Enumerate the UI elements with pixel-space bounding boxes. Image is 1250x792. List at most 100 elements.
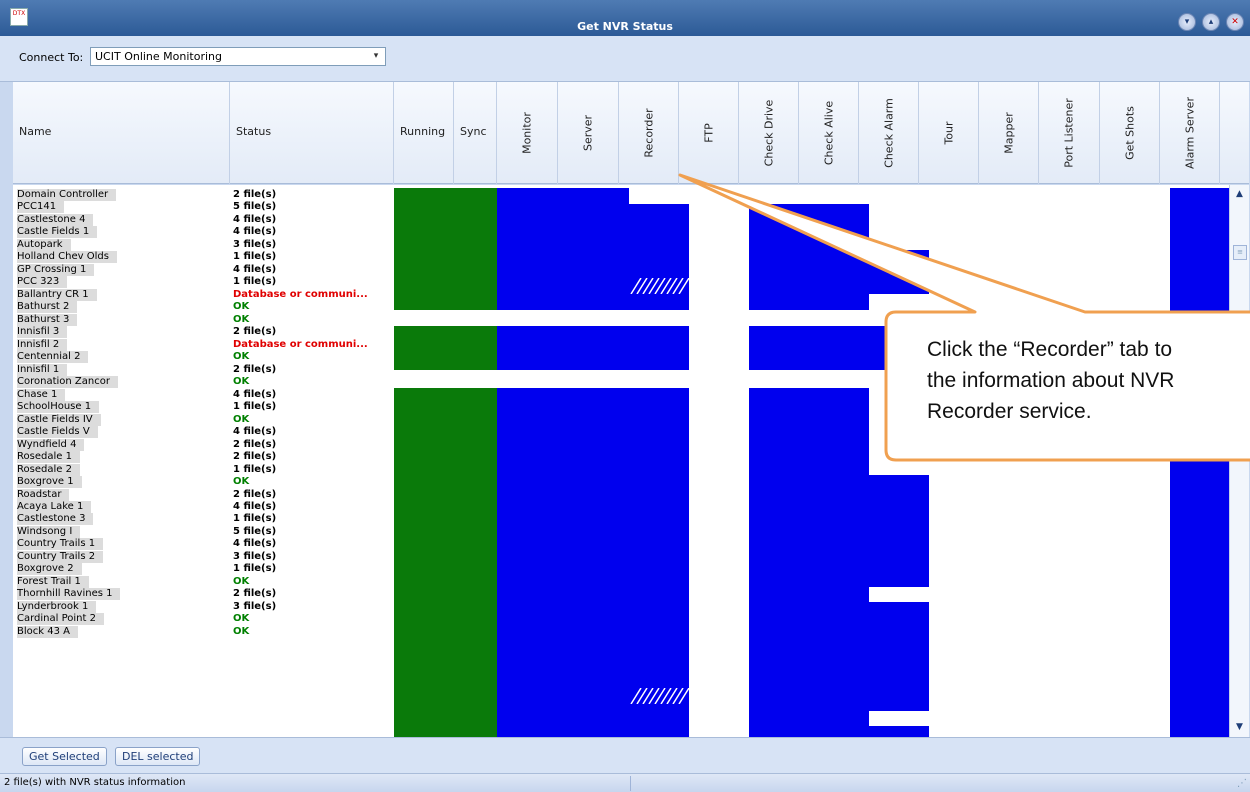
row-name[interactable]: Cardinal Point 2 — [17, 613, 104, 625]
column-label: Alarm Server — [1183, 97, 1196, 169]
chevron-down-icon[interactable]: ▾ — [369, 49, 383, 64]
minimize-button[interactable]: ▾ — [1178, 13, 1196, 31]
column-label: Check Alive — [822, 100, 835, 166]
column-header-running[interactable]: Running — [394, 82, 454, 184]
connect-to-select[interactable]: UCIT Online Monitoring ▾ — [90, 47, 386, 66]
row-name[interactable]: Coronation Zancor — [17, 376, 118, 388]
row-name[interactable]: Acaya Lake 1 — [17, 501, 92, 513]
column-header-ftp[interactable]: FTP — [679, 82, 739, 184]
row-status: 2 file(s) — [233, 439, 277, 450]
row-name[interactable]: PCC 323 — [17, 276, 68, 288]
check-alarm-block — [869, 602, 929, 711]
row-name[interactable]: Castlestone 4 — [17, 214, 94, 226]
row-status: 5 file(s) — [233, 526, 277, 537]
row-status: 1 file(s) — [233, 563, 277, 574]
row-name[interactable]: Wyndfield 4 — [17, 439, 85, 451]
row-name[interactable]: Lynderbrook 1 — [17, 601, 97, 613]
row-name[interactable]: SchoolHouse 1 — [17, 401, 100, 413]
check-drive-alive-block — [749, 388, 869, 737]
row-name[interactable]: Chase 1 — [17, 389, 66, 401]
maximize-button[interactable]: ▴ — [1202, 13, 1220, 31]
close-button[interactable]: ✕ — [1226, 13, 1244, 31]
row-name[interactable]: Castlestone 3 — [17, 513, 94, 525]
row-status: 2 file(s) — [233, 326, 277, 337]
column-header-monitor[interactable]: Monitor — [497, 82, 558, 184]
row-name[interactable]: PCC141 — [17, 201, 65, 213]
row-name[interactable]: Bathurst 2 — [17, 301, 78, 313]
column-header-server[interactable]: Server — [558, 82, 619, 184]
row-name[interactable]: Domain Controller — [17, 189, 117, 201]
row-status: Database or communi... — [233, 339, 368, 350]
column-label: Sync — [460, 125, 487, 138]
scroll-up-icon[interactable]: ▲ — [1232, 187, 1247, 202]
row-name[interactable]: Forest Trail 1 — [17, 576, 89, 588]
grid-body[interactable]: Domain Controller 2 file(s) PCC141 5 file(s… — [13, 185, 1229, 737]
column-header-mapper[interactable]: Mapper — [979, 82, 1039, 184]
column-label: Recorder — [642, 108, 655, 158]
row-name[interactable]: Castle Fields V — [17, 426, 98, 438]
column-label: Check Alarm — [882, 98, 895, 168]
row-status: 1 file(s) — [233, 251, 277, 262]
row-status: OK — [233, 376, 250, 387]
del-selected-button[interactable]: DEL selected — [115, 747, 201, 766]
column-label: Name — [19, 125, 52, 138]
column-header-alarm-server[interactable]: Alarm Server — [1160, 82, 1220, 184]
callout-line: Recorder service. — [927, 400, 1092, 423]
row-name[interactable]: Castle Fields 1 — [17, 226, 98, 238]
running-sync-block — [394, 326, 497, 370]
row-name[interactable]: Boxgrove 1 — [17, 476, 82, 488]
check-alarm-block — [869, 475, 929, 587]
column-header-tour[interactable]: Tour — [919, 82, 979, 184]
column-header-check-alarm[interactable]: Check Alarm — [859, 82, 919, 184]
row-name[interactable]: Innisfil 1 — [17, 364, 68, 376]
column-header-sync[interactable]: Sync — [454, 82, 497, 184]
column-label: Status — [236, 125, 272, 138]
column-header-check-alive[interactable]: Check Alive — [799, 82, 859, 184]
row-name[interactable]: GP Crossing 1 — [17, 264, 95, 276]
row-status: 2 file(s) — [233, 588, 277, 599]
status-bar: 2 file(s) with NVR status information ⋰ — [0, 773, 1250, 792]
row-name[interactable]: Castle Fields IV — [17, 414, 101, 426]
row-name[interactable]: Windsong I — [17, 526, 81, 538]
row-name[interactable]: Roadstar — [17, 489, 70, 501]
scroll-down-icon[interactable]: ▼ — [1232, 720, 1247, 735]
row-name[interactable]: Rosedale 1 — [17, 451, 80, 463]
row-status: 4 file(s) — [233, 226, 277, 237]
row-name[interactable]: Thornhill Ravines 1 — [17, 588, 121, 600]
resize-grip-icon[interactable]: ⋰ — [1237, 778, 1247, 789]
column-header-name[interactable]: Name — [13, 82, 230, 184]
row-name[interactable]: Boxgrove 2 — [17, 563, 82, 575]
column-header-port-listener[interactable]: Port Listener — [1039, 82, 1100, 184]
row-status: 2 file(s) — [233, 364, 277, 375]
row-name[interactable]: Country Trails 1 — [17, 538, 104, 550]
row-status: OK — [233, 351, 250, 362]
row-name[interactable]: Bathurst 3 — [17, 314, 78, 326]
row-name[interactable]: Autopark — [17, 239, 71, 251]
scroll-thumb[interactable]: ≡ — [1233, 245, 1247, 260]
column-header-recorder[interactable]: Recorder — [619, 82, 679, 184]
title-bar[interactable]: DTX Get NVR Status ▾ ▴ ✕ — [0, 0, 1250, 36]
callout-line: Click the “Recorder” tab to — [927, 338, 1173, 361]
column-label: Tour — [942, 121, 955, 145]
column-header-status[interactable]: Status — [230, 82, 394, 184]
row-status: OK — [233, 576, 250, 587]
row-name[interactable]: Innisfil 3 — [17, 326, 68, 338]
row-status: 2 file(s) — [233, 189, 277, 200]
column-label: Port Listener — [1062, 98, 1076, 168]
row-name[interactable]: Block 43 A — [17, 626, 78, 638]
row-name[interactable]: Holland Chev Olds — [17, 251, 117, 263]
row-status: OK — [233, 414, 250, 425]
row-name[interactable]: Rosedale 2 — [17, 464, 80, 476]
column-label: Server — [581, 114, 595, 152]
vertical-scrollbar[interactable]: ▲ ≡ ▼ — [1229, 185, 1249, 737]
row-name[interactable]: Ballantry CR 1 — [17, 289, 97, 301]
row-name[interactable]: Centennial 2 — [17, 351, 89, 363]
row-name[interactable]: Country Trails 2 — [17, 551, 104, 563]
row-name[interactable]: Innisfil 2 — [17, 339, 68, 351]
action-bar: Get Selected DEL selected — [0, 737, 1250, 773]
column-header-check-drive[interactable]: Check Drive — [739, 82, 799, 184]
row-status: OK — [233, 314, 250, 325]
column-header-get-shots[interactable]: Get Shots — [1100, 82, 1160, 184]
get-selected-button[interactable]: Get Selected — [22, 747, 107, 766]
row-status: OK — [233, 613, 250, 624]
